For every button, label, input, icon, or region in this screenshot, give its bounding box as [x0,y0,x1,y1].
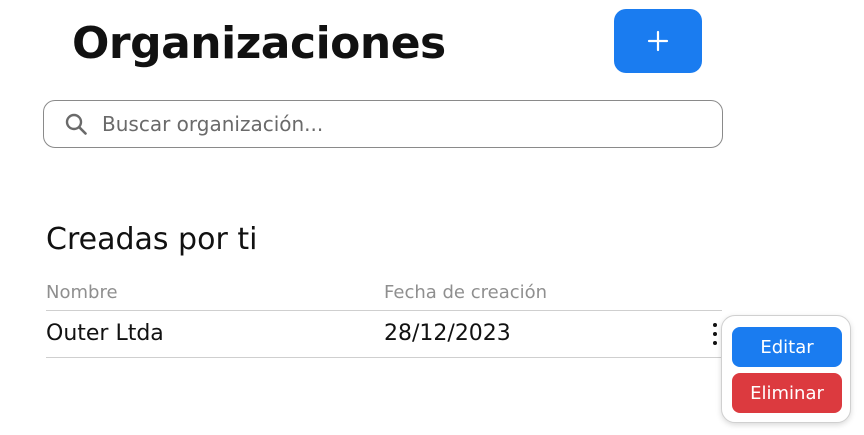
table-header: Nombre Fecha de creación [46,276,722,311]
row-context-menu: Editar Eliminar [721,315,851,423]
page-title: Organizaciones [72,18,446,69]
plus-icon [647,30,669,52]
column-header-created-date: Fecha de creación [384,282,548,303]
search-input[interactable] [100,111,684,137]
organization-created-date: 28/12/2023 [384,321,511,346]
organizations-table: Nombre Fecha de creación Outer Ltda 28/1… [46,276,722,358]
add-organization-button[interactable] [614,9,702,73]
section-title-created-by-you: Creadas por ti [46,222,258,257]
edit-button[interactable]: Editar [732,327,842,367]
search-bar[interactable] [43,100,723,148]
organization-name: Outer Ltda [46,321,164,346]
more-vertical-icon[interactable] [712,323,718,345]
column-header-name: Nombre [46,282,118,303]
search-icon [64,112,88,136]
table-row[interactable]: Outer Ltda 28/12/2023 [46,311,722,358]
delete-button[interactable]: Eliminar [732,373,842,413]
